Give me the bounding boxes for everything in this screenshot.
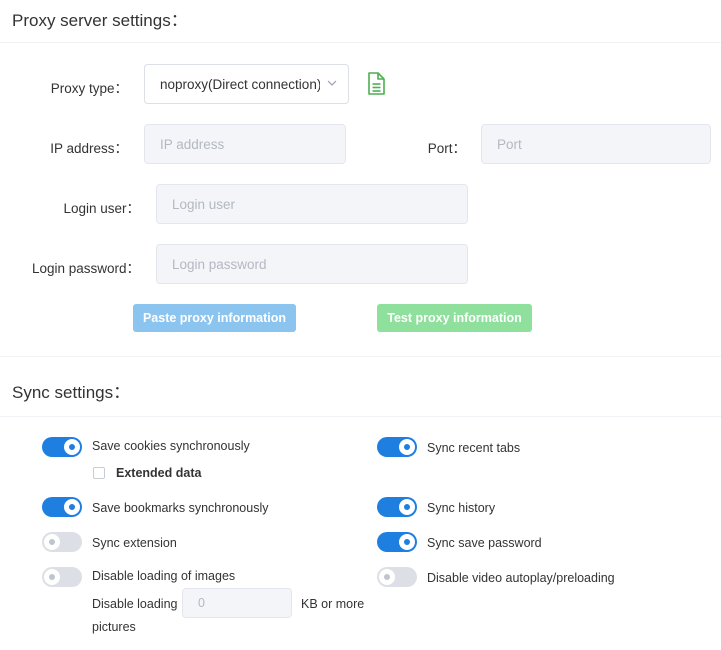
save-bookmarks-toggle[interactable] (42, 497, 82, 517)
save-cookies-toggle[interactable] (42, 437, 82, 457)
proxy-type-select[interactable]: noproxy(Direct connection) (144, 64, 349, 104)
document-icon[interactable] (366, 72, 386, 96)
login-password-label: Login password： (31, 261, 140, 276)
paste-proxy-info-button[interactable]: Paste proxy information (133, 304, 296, 332)
proxy-type-value: noproxy(Direct connection) (160, 76, 320, 92)
ip-address-input[interactable]: IP address (144, 124, 346, 164)
save-bookmarks-label: Save bookmarks synchronously (92, 501, 269, 515)
sync-save-password-toggle[interactable] (377, 532, 417, 552)
extended-data-label: Extended data (116, 466, 202, 480)
sync-extension-toggle[interactable] (42, 532, 82, 552)
port-input[interactable]: Port (481, 124, 711, 164)
port-label: Port： (427, 141, 466, 156)
sync-save-password-label: Sync save password (427, 536, 542, 550)
proxy-title-divider (0, 42, 721, 43)
sync-history-label: Sync history (427, 501, 496, 515)
login-user-input[interactable]: Login user (156, 184, 468, 224)
ip-address-label: IP address： (50, 141, 128, 156)
login-user-label: Login user： (63, 201, 140, 216)
login-password-input[interactable]: Login password (156, 244, 468, 284)
disable-images-label: Disable loading of images (92, 569, 236, 583)
sync-history-toggle[interactable] (377, 497, 417, 517)
disable-images-toggle[interactable] (42, 567, 82, 587)
sync-title-divider (0, 416, 721, 417)
disable-pictures-unit: KB or more (301, 597, 365, 611)
test-proxy-info-button[interactable]: Test proxy information (377, 304, 532, 332)
sync-extension-label: Sync extension (92, 536, 177, 550)
disable-pictures-size-input[interactable]: 0 (182, 588, 292, 618)
disable-video-autoplay-toggle[interactable] (377, 567, 417, 587)
sync-section-title: Sync settings： (12, 383, 131, 402)
sync-recent-tabs-toggle[interactable] (377, 437, 417, 457)
section-divider (0, 356, 721, 357)
proxy-section-title: Proxy server settings： (12, 11, 188, 30)
disable-pictures-label-2: pictures (92, 620, 136, 634)
chevron-down-icon (327, 80, 337, 86)
proxy-type-label: Proxy type： (50, 81, 128, 96)
disable-video-autoplay-label: Disable video autoplay/preloading (427, 571, 615, 585)
save-cookies-label: Save cookies synchronously (92, 439, 250, 453)
sync-recent-tabs-label: Sync recent tabs (427, 441, 521, 455)
disable-pictures-label: Disable loading (92, 597, 178, 611)
extended-data-checkbox[interactable] (93, 467, 105, 479)
